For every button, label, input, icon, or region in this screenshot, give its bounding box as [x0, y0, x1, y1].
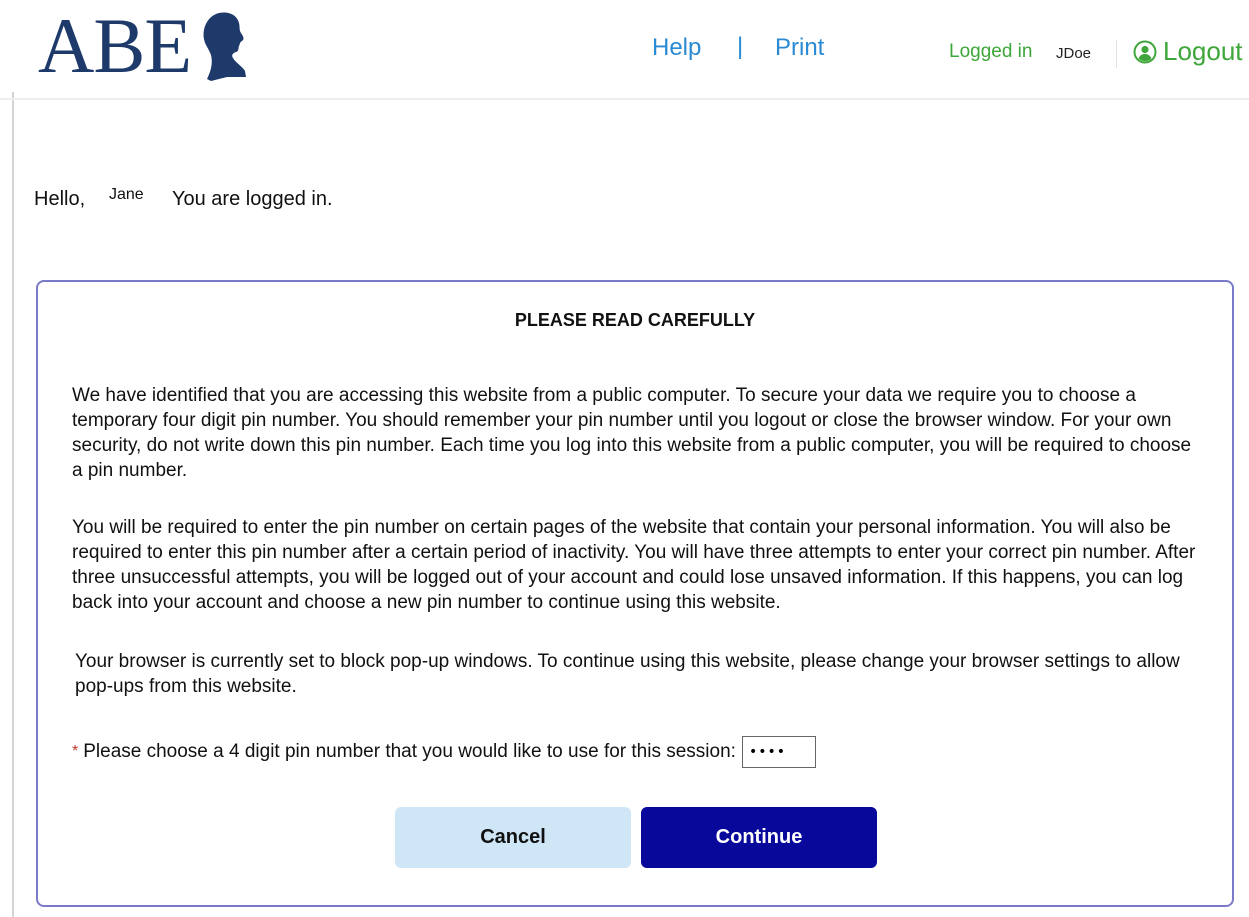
left-border-rule: [12, 92, 14, 917]
pin-notice-dialog: PLEASE READ CAREFULLY We have identified…: [36, 280, 1234, 907]
nav-separator: |: [737, 33, 744, 60]
greeting-status: You are logged in.: [172, 188, 333, 210]
logged-in-label: Logged in: [949, 41, 1033, 62]
session-divider: [1116, 40, 1117, 68]
pin-input[interactable]: [741, 736, 816, 768]
print-link[interactable]: Print: [775, 34, 824, 62]
portrait-silhouette-icon: [203, 12, 246, 81]
required-asterisk-icon: *: [72, 743, 79, 760]
greeting-name: Jane: [109, 186, 144, 203]
logout-button[interactable]: Logout: [1133, 36, 1243, 67]
logo-text: ABE: [38, 2, 192, 89]
pin-label: Please choose a 4 digit pin number that …: [83, 741, 736, 762]
popup-blocker-notice: Your browser is currently set to block p…: [75, 651, 1180, 697]
help-link[interactable]: Help: [652, 34, 701, 62]
public-computer-notice: We have identified that you are accessin…: [72, 385, 1192, 481]
user-circle-icon: [1133, 40, 1157, 63]
cancel-button[interactable]: Cancel: [395, 807, 631, 868]
site-logo[interactable]: ABE: [38, 6, 247, 86]
pin-usage-notice: You will be required to enter the pin nu…: [72, 517, 1196, 613]
site-header: ABE Help | Print Logged in JDoe Logout: [0, 0, 1249, 100]
username: JDoe: [1056, 45, 1092, 62]
logout-label: Logout: [1163, 36, 1243, 66]
pin-field-row: * Please choose a 4 digit pin number tha…: [72, 736, 816, 768]
dialog-title: PLEASE READ CAREFULLY: [514, 310, 756, 330]
continue-button[interactable]: Continue: [641, 807, 877, 868]
greeting-hello: Hello,: [34, 188, 86, 210]
